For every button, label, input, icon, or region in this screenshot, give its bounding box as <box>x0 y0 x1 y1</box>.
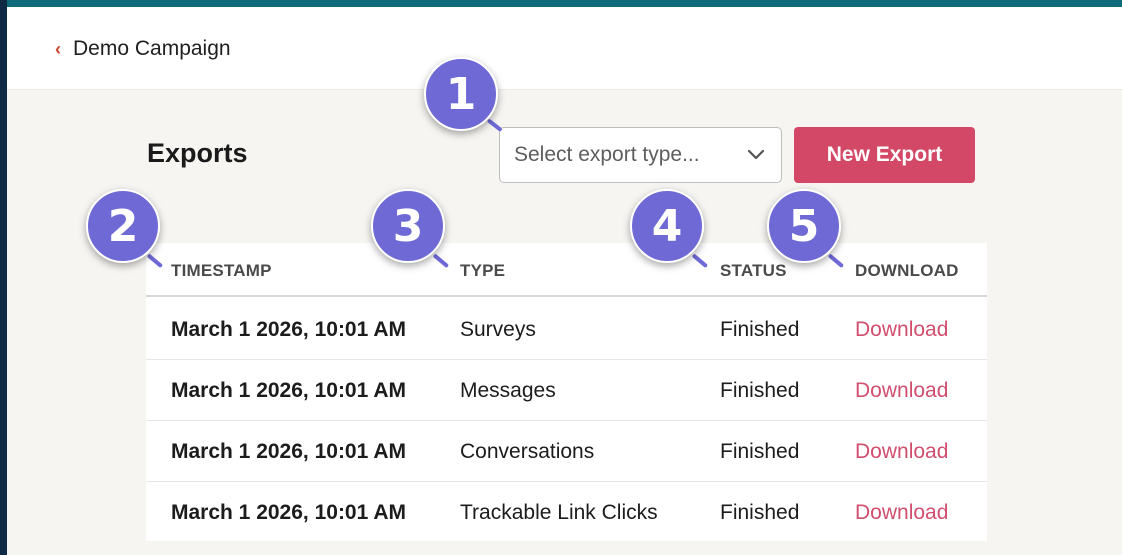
table-header: TIMESTAMP TYPE STATUS DOWNLOAD <box>146 243 987 297</box>
table-row: March 1 2026, 10:01 AM Trackable Link Cl… <box>146 482 987 543</box>
cell-timestamp: March 1 2026, 10:01 AM <box>171 501 407 524</box>
cell-status: Finished <box>720 501 800 524</box>
annotation-leader-1 <box>486 118 503 133</box>
download-link[interactable]: Download <box>855 440 948 464</box>
download-link[interactable]: Download <box>855 379 948 403</box>
cell-type: Surveys <box>460 318 536 341</box>
table-row: March 1 2026, 10:01 AM Conversations Fin… <box>146 421 987 482</box>
back-link-label: Demo Campaign <box>73 37 231 60</box>
new-export-button[interactable]: New Export <box>794 127 975 183</box>
chevron-left-icon: ‹ <box>55 39 61 59</box>
annotation-badge-5: 5 <box>767 189 841 263</box>
page-title: Exports <box>147 138 248 168</box>
table-row: March 1 2026, 10:01 AM Messages Finished… <box>146 360 987 421</box>
cell-timestamp: March 1 2026, 10:01 AM <box>171 379 407 402</box>
left-sidebar-edge <box>0 0 7 555</box>
export-type-select[interactable]: Select export type... <box>499 127 782 183</box>
header-download: DOWNLOAD <box>855 261 959 280</box>
header-bar: ‹ Demo Campaign <box>7 7 1122 90</box>
annotation-badge-3: 3 <box>371 189 445 263</box>
cell-type: Messages <box>460 379 556 402</box>
annotation-badge-2: 2 <box>86 189 160 263</box>
cell-status: Finished <box>720 318 800 341</box>
table-row: March 1 2026, 10:01 AM Surveys Finished … <box>146 299 987 360</box>
header-type: TYPE <box>460 261 506 280</box>
header-timestamp: TIMESTAMP <box>171 261 272 280</box>
exports-table: TIMESTAMP TYPE STATUS DOWNLOAD March 1 2… <box>146 243 987 541</box>
cell-status: Finished <box>720 379 800 402</box>
cell-timestamp: March 1 2026, 10:01 AM <box>171 318 407 341</box>
annotation-badge-4: 4 <box>630 189 704 263</box>
header-status: STATUS <box>720 261 787 280</box>
chevron-down-icon <box>747 149 765 161</box>
back-link-demo-campaign[interactable]: ‹ Demo Campaign <box>55 37 231 61</box>
top-border <box>0 0 1122 7</box>
annotation-badge-1: 1 <box>424 57 498 131</box>
cell-type: Conversations <box>460 440 595 463</box>
download-link[interactable]: Download <box>855 501 948 525</box>
cell-type: Trackable Link Clicks <box>460 501 658 524</box>
cell-status: Finished <box>720 440 800 463</box>
cell-timestamp: March 1 2026, 10:01 AM <box>171 440 407 463</box>
export-type-placeholder: Select export type... <box>514 143 700 166</box>
download-link[interactable]: Download <box>855 318 948 342</box>
